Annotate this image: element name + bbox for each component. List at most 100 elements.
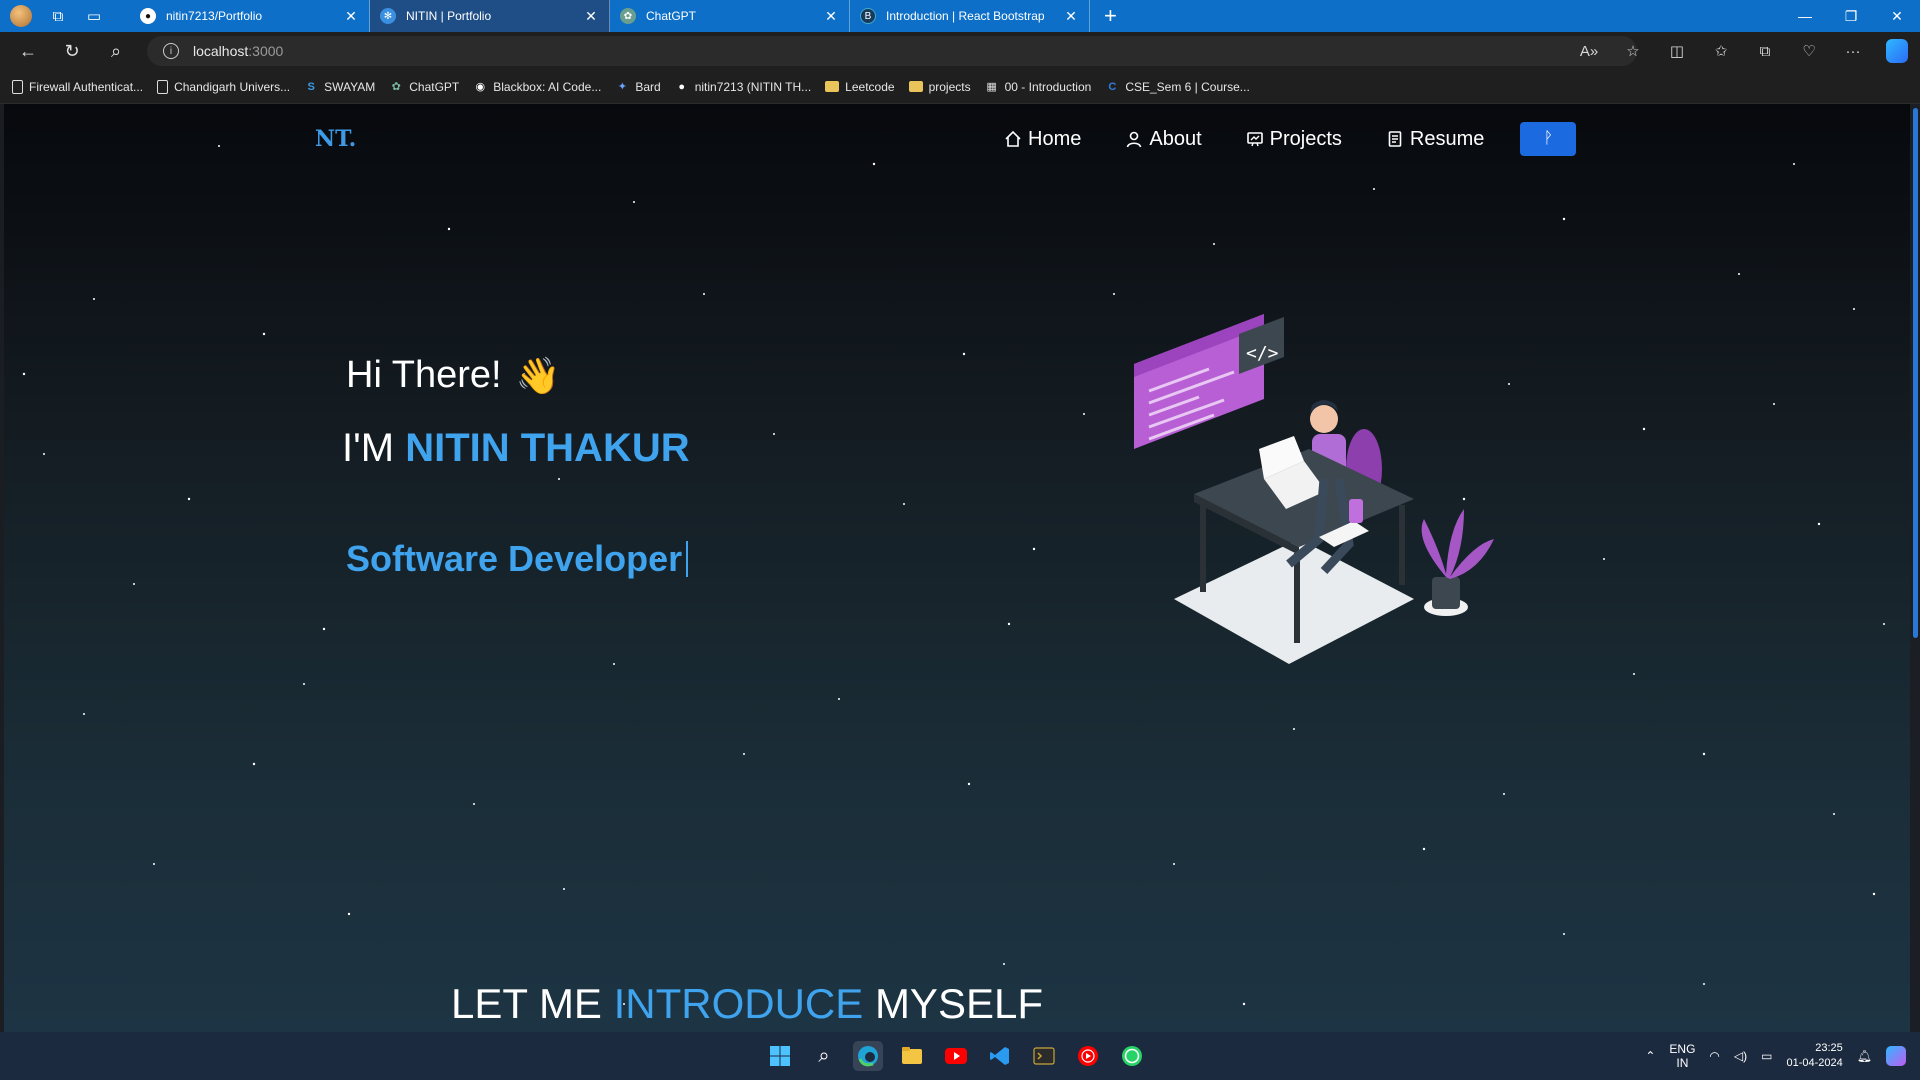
read-aloud-icon[interactable]: A»: [1578, 43, 1600, 60]
close-tab-icon[interactable]: ✕: [1063, 8, 1079, 25]
browser-tab-bar: ⧉ ▭ ● nitin7213/Portfolio ✕ ✻ NITIN | Po…: [0, 0, 1920, 32]
clock[interactable]: 23:25 01-04-2024: [1786, 1041, 1842, 1071]
role-text: Software Developer: [346, 538, 683, 579]
site-info-icon[interactable]: i: [163, 43, 179, 59]
vscode-icon[interactable]: [985, 1041, 1015, 1071]
bookmark-introduction[interactable]: ▦ 00 - Introduction: [985, 80, 1091, 94]
react-icon: ✻: [380, 8, 396, 24]
tab-actions-icon[interactable]: ▭: [84, 6, 104, 26]
page-icon: [157, 79, 169, 94]
wifi-icon[interactable]: ◠: [1709, 1049, 1719, 1063]
edge-icon[interactable]: [853, 1041, 883, 1071]
windows-taskbar: ⌕ ⌃ ENG IN ◠ ◁) ▭ 23:25 01-04-2024 🔔︎: [0, 1032, 1920, 1080]
nav-resume-label: Resume: [1409, 127, 1485, 150]
youtube-music-icon[interactable]: [1073, 1041, 1103, 1071]
window-controls: — ❐ ✕: [1782, 0, 1920, 32]
bookmark-projects[interactable]: projects: [908, 80, 971, 94]
favorite-star-icon[interactable]: ☆: [1622, 42, 1644, 60]
nav-home[interactable]: Home: [1004, 128, 1081, 151]
bard-icon: ✦: [617, 81, 627, 93]
file-explorer-icon[interactable]: [897, 1041, 927, 1071]
nav-resume[interactable]: Resume: [1386, 128, 1484, 151]
close-window-icon[interactable]: ✕: [1874, 0, 1920, 32]
greeting-text: Hi There!: [346, 354, 502, 396]
bookmark-blackbox[interactable]: ◉ Blackbox: AI Code...: [473, 80, 601, 94]
notion-icon: ▦: [986, 81, 997, 93]
waving-hand-icon: 👋: [515, 354, 561, 396]
split-screen-icon[interactable]: ◫: [1666, 42, 1688, 60]
close-tab-icon[interactable]: ✕: [343, 8, 359, 25]
bookmark-cse-sem6[interactable]: C CSE_Sem 6 | Course...: [1105, 79, 1250, 94]
reload-icon[interactable]: ↻: [50, 32, 94, 70]
bookmark-label: CSE_Sem 6 | Course...: [1125, 79, 1250, 94]
github-repo-button[interactable]: ᚹ: [1520, 122, 1577, 156]
back-icon[interactable]: ←: [6, 32, 50, 70]
language-indicator[interactable]: ENG IN: [1669, 1042, 1695, 1070]
clock-time: 23:25: [1815, 1042, 1843, 1054]
site-navbar: NT. Home About Projects Resume ᚹ: [4, 104, 1910, 168]
bookmark-chandigarh[interactable]: Chandigarh Univers...: [157, 79, 291, 94]
page-viewport: NT. Home About Projects Resume ᚹ Hi Ther…: [4, 104, 1910, 1032]
swayam-icon: S: [307, 80, 315, 93]
battery-icon[interactable]: ▭: [1761, 1049, 1772, 1063]
volume-icon[interactable]: ◁): [1734, 1049, 1747, 1063]
page-scrollbar[interactable]: [1910, 104, 1920, 1032]
github-icon: ●: [678, 80, 686, 93]
address-bar[interactable]: i localhost:3000: [147, 36, 1637, 66]
collections-icon[interactable]: ⧉: [1754, 43, 1776, 60]
document-icon: [1386, 130, 1404, 148]
course-icon: C: [1108, 80, 1117, 93]
lang-bottom: IN: [1676, 1056, 1689, 1070]
site-logo[interactable]: NT.: [315, 126, 356, 152]
taskbar-search-icon[interactable]: ⌕: [809, 1041, 839, 1071]
nav-about[interactable]: About: [1125, 128, 1202, 151]
scrollbar-thumb[interactable]: [1913, 108, 1918, 638]
bookmark-swayam[interactable]: S SWAYAM: [304, 80, 375, 94]
close-tab-icon[interactable]: ✕: [823, 8, 839, 25]
nav-projects[interactable]: Projects: [1246, 128, 1342, 151]
bookmark-label: Chandigarh Univers...: [174, 79, 291, 94]
youtube-icon[interactable]: [941, 1041, 971, 1071]
windows-start-icon[interactable]: [765, 1041, 795, 1071]
name-highlight: NITIN THAKUR: [405, 426, 690, 470]
tab-title: nitin7213/Portfolio: [166, 9, 263, 23]
hero-name: I'M NITIN THAKUR: [342, 426, 690, 471]
minimize-icon[interactable]: —: [1782, 0, 1828, 32]
git-fork-icon: ᚹ: [1543, 130, 1554, 147]
tab-nitin-portfolio[interactable]: ✻ NITIN | Portfolio ✕: [370, 0, 610, 32]
browser-essentials-icon[interactable]: ♡: [1798, 42, 1820, 60]
name-prefix: I'M: [342, 426, 406, 470]
more-menu-icon[interactable]: ···: [1842, 43, 1864, 60]
search-icon[interactable]: ⌕: [94, 32, 138, 70]
restore-icon[interactable]: ❐: [1828, 0, 1874, 32]
blackbox-icon: ◉: [475, 81, 486, 93]
intro-heading: LET ME INTRODUCE MYSELF: [451, 980, 1043, 1028]
bookmark-label: Blackbox: AI Code...: [493, 79, 602, 94]
bookmark-leetcode[interactable]: Leetcode: [825, 80, 895, 94]
copilot-icon[interactable]: [1886, 39, 1908, 63]
profile-avatar[interactable]: [10, 5, 32, 27]
svg-text:</>: </>: [1246, 343, 1279, 364]
intro-part1: LET ME: [451, 980, 614, 1027]
tab-react-bootstrap[interactable]: B Introduction | React Bootstrap ✕: [850, 0, 1090, 32]
show-hidden-icons-chevron-icon[interactable]: ⌃: [1645, 1049, 1655, 1063]
whatsapp-icon[interactable]: [1117, 1041, 1147, 1071]
bookmark-github[interactable]: ● nitin7213 (NITIN TH...: [675, 80, 811, 94]
notifications-bell-icon[interactable]: 🔔︎: [1857, 1049, 1872, 1063]
typewriter-role: Software Developer: [346, 538, 689, 580]
bookmark-bard[interactable]: ✦ Bard: [615, 80, 661, 94]
copilot-taskbar-icon[interactable]: [1886, 1046, 1906, 1066]
tab-title: Introduction | React Bootstrap: [886, 9, 1045, 23]
tab-chatgpt[interactable]: ✿ ChatGPT ✕: [610, 0, 850, 32]
starfield-background: [22, 145, 1885, 1006]
tab-github-portfolio[interactable]: ● nitin7213/Portfolio ✕: [130, 0, 370, 32]
workspaces-icon[interactable]: ⧉: [48, 6, 68, 26]
bookmark-firewall[interactable]: Firewall Authenticat...: [12, 79, 143, 94]
close-tab-icon[interactable]: ✕: [583, 8, 599, 25]
bookmark-chatgpt[interactable]: ✿ ChatGPT: [389, 80, 460, 94]
new-tab-button[interactable]: +: [1104, 3, 1117, 29]
terminal-icon[interactable]: [1029, 1041, 1059, 1071]
favorites-icon[interactable]: ✩: [1710, 42, 1732, 60]
browser-toolbar: ← ↻ ⌕ i localhost:3000 A» ☆ ◫ ✩ ⧉ ♡ ···: [0, 32, 1920, 70]
nav-home-label: Home: [1028, 127, 1082, 150]
